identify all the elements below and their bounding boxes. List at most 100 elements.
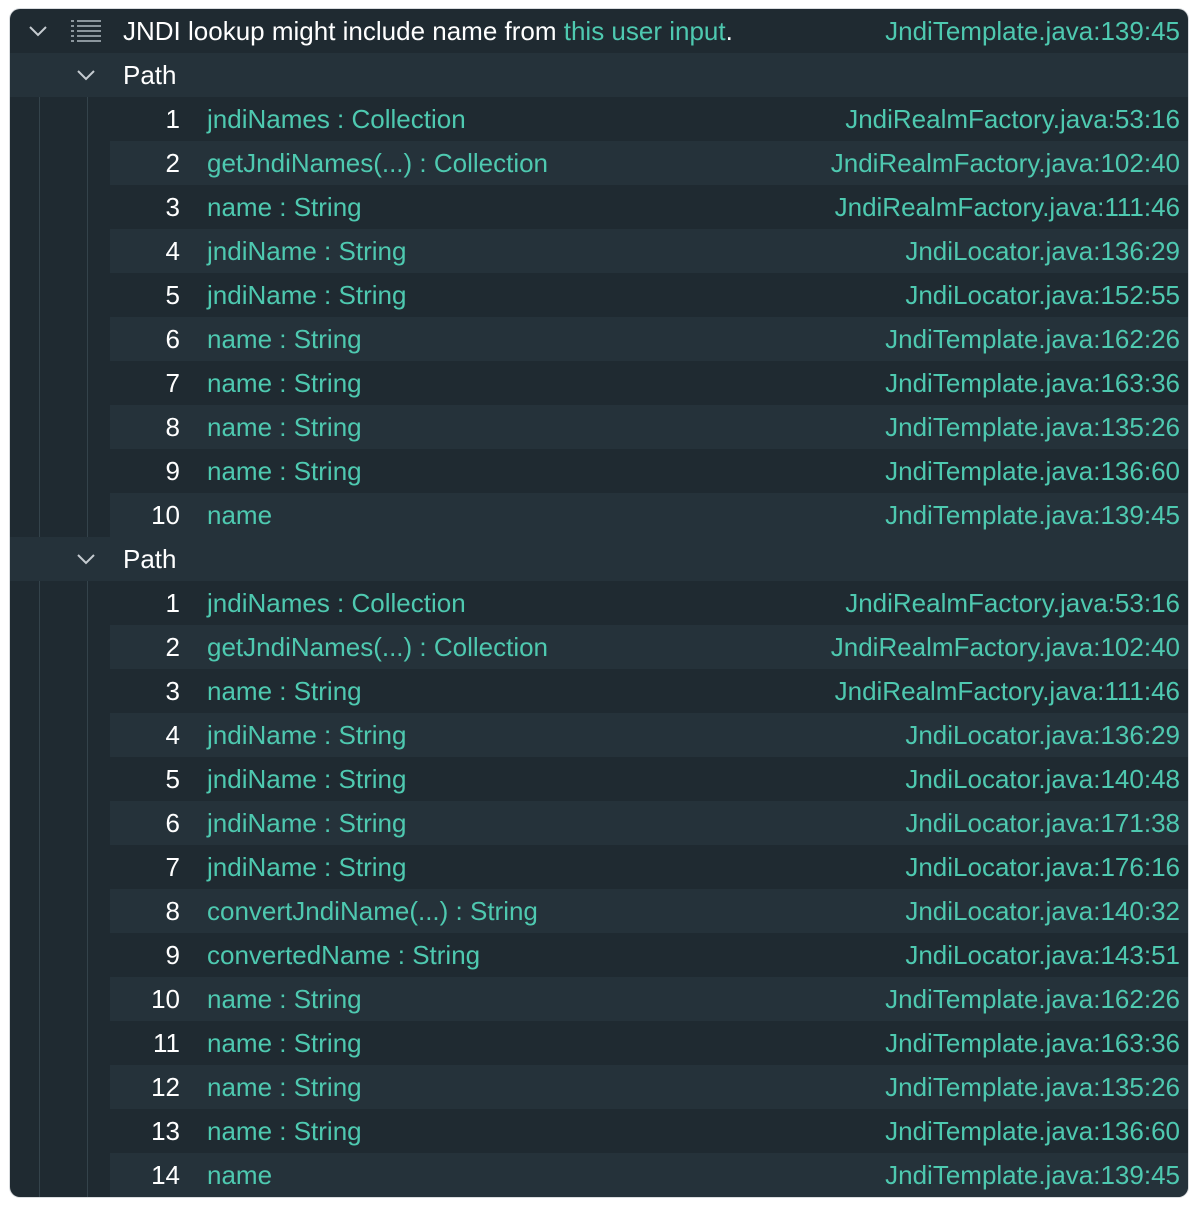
step-expression-link[interactable]: jndiNames : Collection <box>207 97 466 141</box>
step-number: 11 <box>153 1028 180 1058</box>
step-expression-link[interactable]: jndiName : String <box>207 273 406 317</box>
step-location-link[interactable]: JndiLocator.java:136:29 <box>905 229 1180 273</box>
step-expression-link[interactable]: name : String <box>207 405 362 449</box>
path-step-row[interactable]: 6 name : String JndiTemplate.java:162:26 <box>10 317 1188 361</box>
step-location-link[interactable]: JndiRealmFactory.java:102:40 <box>831 625 1180 669</box>
step-expression-link[interactable]: jndiName : String <box>207 845 406 889</box>
path-step-row[interactable]: 8 name : String JndiTemplate.java:135:26 <box>10 405 1188 449</box>
step-expression-link[interactable]: getJndiNames(...) : Collection <box>207 141 548 185</box>
step-location-link[interactable]: JndiRealmFactory.java:111:46 <box>835 185 1180 229</box>
step-expression-link[interactable]: convertJndiName(...) : String <box>207 889 538 933</box>
path-step-row[interactable]: 13 name : String JndiTemplate.java:136:6… <box>10 1109 1188 1153</box>
step-location-link[interactable]: JndiTemplate.java:136:60 <box>885 1109 1180 1153</box>
step-number: 12 <box>151 1072 180 1102</box>
path-step-row[interactable]: 1 jndiNames : Collection JndiRealmFactor… <box>10 581 1188 625</box>
step-number: 5 <box>165 280 180 310</box>
path-header[interactable]: Path <box>10 53 1188 97</box>
path-step-row[interactable]: 3 name : String JndiRealmFactory.java:11… <box>10 185 1188 229</box>
path-step-row[interactable]: 11 name : String JndiTemplate.java:163:3… <box>10 1021 1188 1065</box>
path-step-row[interactable]: 10 name : String JndiTemplate.java:162:2… <box>10 977 1188 1021</box>
step-number: 7 <box>165 852 180 882</box>
path-step-row[interactable]: 9 convertedName : String JndiLocator.jav… <box>10 933 1188 977</box>
step-number: 4 <box>165 720 180 750</box>
step-number: 13 <box>151 1116 180 1146</box>
step-location-link[interactable]: JndiLocator.java:176:16 <box>905 845 1180 889</box>
step-expression-link[interactable]: getJndiNames(...) : Collection <box>207 625 548 669</box>
alert-row[interactable]: JNDI lookup might include name from this… <box>10 9 1188 53</box>
alert-message-suffix: . <box>725 16 733 46</box>
step-number: 1 <box>165 588 180 618</box>
step-expression-link[interactable]: jndiName : String <box>207 229 406 273</box>
step-location-link[interactable]: JndiRealmFactory.java:53:16 <box>845 97 1180 141</box>
path-label: Path <box>123 544 177 574</box>
step-number: 8 <box>165 412 180 442</box>
step-location-link[interactable]: JndiTemplate.java:135:26 <box>885 405 1180 449</box>
step-expression-link[interactable]: name : String <box>207 1109 362 1153</box>
step-expression-link[interactable]: convertedName : String <box>207 933 480 977</box>
step-location-link[interactable]: JndiTemplate.java:162:26 <box>885 317 1180 361</box>
step-location-link[interactable]: JndiLocator.java:140:48 <box>905 757 1180 801</box>
step-expression-link[interactable]: name : String <box>207 669 362 713</box>
alert-message: JNDI lookup might include name from this… <box>123 9 733 53</box>
step-location-link[interactable]: JndiLocator.java:136:29 <box>905 713 1180 757</box>
step-location-link[interactable]: JndiRealmFactory.java:111:46 <box>835 669 1180 713</box>
path-header[interactable]: Path <box>10 537 1188 581</box>
step-number: 2 <box>165 632 180 662</box>
step-location-link[interactable]: JndiTemplate.java:136:60 <box>885 449 1180 493</box>
step-expression-link[interactable]: name : String <box>207 1021 362 1065</box>
step-expression-link[interactable]: name : String <box>207 977 362 1021</box>
step-number: 8 <box>165 896 180 926</box>
step-location-link[interactable]: JndiLocator.java:152:55 <box>905 273 1180 317</box>
path-step-row[interactable]: 12 name : String JndiTemplate.java:135:2… <box>10 1065 1188 1109</box>
step-location-link[interactable]: JndiTemplate.java:139:45 <box>885 493 1180 537</box>
path-step-row[interactable]: 8 convertJndiName(...) : String JndiLoca… <box>10 889 1188 933</box>
step-expression-link[interactable]: jndiName : String <box>207 757 406 801</box>
step-expression-link[interactable]: name : String <box>207 185 362 229</box>
step-expression-link[interactable]: name : String <box>207 317 362 361</box>
path-step-row[interactable]: 2 getJndiNames(...) : Collection JndiRea… <box>10 141 1188 185</box>
chevron-down-icon[interactable] <box>27 20 49 42</box>
user-input-link[interactable]: this user input <box>564 16 726 46</box>
path-step-row[interactable]: 9 name : String JndiTemplate.java:136:60 <box>10 449 1188 493</box>
step-expression-link[interactable]: jndiName : String <box>207 801 406 845</box>
step-location-link[interactable]: JndiTemplate.java:135:26 <box>885 1065 1180 1109</box>
path-step-row[interactable]: 6 jndiName : String JndiLocator.java:171… <box>10 801 1188 845</box>
list-icon <box>70 19 102 43</box>
step-expression-link[interactable]: name : String <box>207 449 362 493</box>
step-number: 3 <box>165 676 180 706</box>
step-expression-link[interactable]: jndiNames : Collection <box>207 581 466 625</box>
step-number: 5 <box>165 764 180 794</box>
path-step-row[interactable]: 5 jndiName : String JndiLocator.java:152… <box>10 273 1188 317</box>
path-step-row[interactable]: 14 name JndiTemplate.java:139:45 <box>10 1153 1188 1197</box>
path-step-row[interactable]: 3 name : String JndiRealmFactory.java:11… <box>10 669 1188 713</box>
step-expression-link[interactable]: name : String <box>207 361 362 405</box>
path-step-row[interactable]: 10 name JndiTemplate.java:139:45 <box>10 493 1188 537</box>
step-expression-link[interactable]: jndiName : String <box>207 713 406 757</box>
step-location-link[interactable]: JndiTemplate.java:139:45 <box>885 1153 1180 1197</box>
step-number: 9 <box>165 940 180 970</box>
step-number: 6 <box>165 324 180 354</box>
path-label: Path <box>123 60 177 90</box>
path-step-row[interactable]: 2 getJndiNames(...) : Collection JndiRea… <box>10 625 1188 669</box>
step-location-link[interactable]: JndiRealmFactory.java:102:40 <box>831 141 1180 185</box>
chevron-down-icon[interactable] <box>75 548 97 570</box>
path-step-row[interactable]: 4 jndiName : String JndiLocator.java:136… <box>10 713 1188 757</box>
step-location-link[interactable]: JndiTemplate.java:163:36 <box>885 361 1180 405</box>
step-location-link[interactable]: JndiTemplate.java:163:36 <box>885 1021 1180 1065</box>
path-step-row[interactable]: 1 jndiNames : Collection JndiRealmFactor… <box>10 97 1188 141</box>
step-location-link[interactable]: JndiTemplate.java:162:26 <box>885 977 1180 1021</box>
step-location-link[interactable]: JndiLocator.java:140:32 <box>905 889 1180 933</box>
path-step-row[interactable]: 7 jndiName : String JndiLocator.java:176… <box>10 845 1188 889</box>
step-location-link[interactable]: JndiLocator.java:143:51 <box>905 933 1180 977</box>
chevron-down-icon[interactable] <box>75 64 97 86</box>
path-step-row[interactable]: 5 jndiName : String JndiLocator.java:140… <box>10 757 1188 801</box>
step-expression-link[interactable]: name <box>207 1153 272 1197</box>
step-location-link[interactable]: JndiLocator.java:171:38 <box>905 801 1180 845</box>
step-number: 9 <box>165 456 180 486</box>
step-expression-link[interactable]: name : String <box>207 1065 362 1109</box>
alert-location-link[interactable]: JndiTemplate.java:139:45 <box>885 9 1180 53</box>
step-location-link[interactable]: JndiRealmFactory.java:53:16 <box>845 581 1180 625</box>
path-step-row[interactable]: 7 name : String JndiTemplate.java:163:36 <box>10 361 1188 405</box>
path-step-row[interactable]: 4 jndiName : String JndiLocator.java:136… <box>10 229 1188 273</box>
step-expression-link[interactable]: name <box>207 493 272 537</box>
